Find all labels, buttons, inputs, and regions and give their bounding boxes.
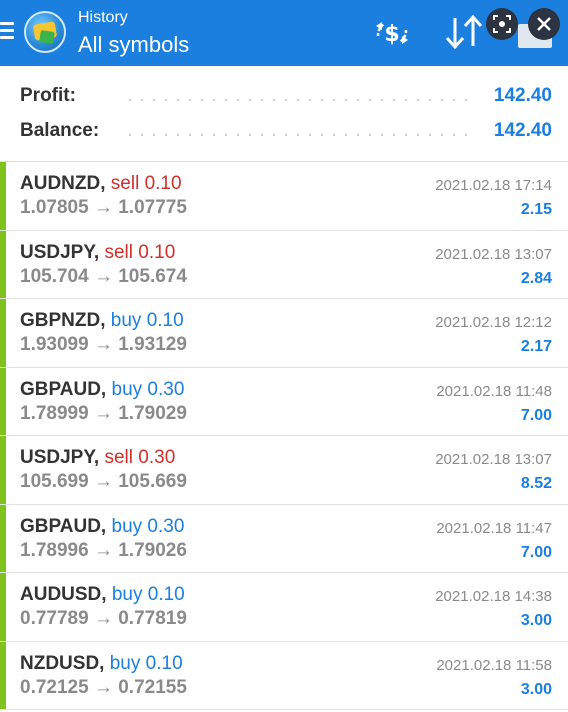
trade-prices: 0.77789 → 0.77819: [20, 608, 187, 629]
trade-prices: 1.07805 → 1.07775: [20, 197, 187, 218]
trade-volume: 0.10: [138, 241, 176, 263]
currency-switch-icon[interactable]: $: [372, 16, 412, 50]
trade-title: GBPAUD, buy 0.30: [20, 516, 184, 538]
profit-indicator-bar: [0, 641, 6, 709]
trade-title: USDJPY, sell 0.30: [20, 447, 175, 469]
trade-symbol: GBPAUD,: [20, 378, 107, 400]
trade-row[interactable]: USDJPY, sell 0.10 105.704 → 105.674 2021…: [0, 230, 568, 299]
profit-indicator-bar: [0, 299, 6, 367]
trade-time: 2021.02.18 11:48: [436, 382, 552, 400]
trade-prices: 0.72125 → 0.72155: [20, 676, 187, 698]
trade-symbol: GBPAUD,: [20, 515, 107, 537]
trade-volume: 0.30: [147, 378, 185, 400]
profit-value: 142.40: [493, 85, 552, 106]
trade-profit: 3.00: [520, 680, 552, 698]
trade-side: buy: [111, 584, 143, 605]
trade-side: buy: [111, 515, 143, 537]
trade-prices: 1.93099 → 1.93129: [20, 334, 187, 355]
profit-indicator-bar: [0, 573, 6, 641]
balance-value: 142.40: [493, 120, 552, 141]
trade-time: 2021.02.18 13:07: [435, 245, 552, 263]
trade-profit: 7.00: [520, 406, 552, 424]
trade-prices: 1.78999 → 1.79029: [20, 402, 187, 424]
trade-time: 2021.02.18 17:14: [435, 177, 552, 194]
svg-text:$: $: [384, 22, 399, 47]
balance-label: Balance:: [20, 120, 100, 141]
dotted-leader: [124, 134, 472, 136]
sort-icon[interactable]: [444, 14, 484, 50]
app-bar: History All symbols $: [0, 0, 568, 66]
trade-prices: 105.699 → 105.669: [20, 471, 187, 492]
trade-title: USDJPY, sell 0.10: [20, 242, 175, 264]
trade-list: AUDNZD, sell 0.10 1.07805 → 1.07775 2021…: [0, 162, 568, 710]
profit-indicator-bar: [0, 230, 6, 298]
app-logo: [24, 11, 66, 53]
profit-indicator-bar: [0, 367, 6, 435]
trade-symbol: NZDUSD,: [20, 652, 105, 674]
trade-title: AUDUSD, buy 0.10: [20, 584, 185, 606]
trade-side: sell: [110, 173, 140, 194]
trade-title: GBPAUD, buy 0.30: [20, 379, 184, 401]
trade-title: NZDUSD, buy 0.10: [20, 653, 183, 675]
trade-time: 2021.02.18 11:47: [436, 519, 552, 537]
menu-icon[interactable]: [0, 18, 16, 48]
trade-volume: 0.10: [146, 310, 184, 331]
trade-volume: 0.30: [138, 447, 176, 468]
trade-side: sell: [104, 447, 133, 468]
trade-title: AUDNZD, sell 0.10: [20, 173, 182, 195]
trade-time: 2021.02.18 14:38: [435, 588, 552, 605]
trade-volume: 0.10: [145, 652, 183, 674]
account-summary: Profit: 142.40 Balance: 142.40: [0, 66, 568, 162]
trade-symbol: USDJPY,: [20, 447, 100, 468]
trade-row[interactable]: GBPAUD, buy 0.30 1.78996 → 1.79026 2021.…: [0, 504, 568, 573]
trade-time: 2021.02.18 13:07: [435, 451, 552, 468]
trade-volume: 0.10: [147, 584, 185, 605]
trade-profit: 8.52: [520, 475, 552, 492]
profit-indicator-bar: [0, 436, 6, 504]
profit-indicator-bar: [0, 162, 6, 230]
trade-time: 2021.02.18 11:58: [436, 656, 552, 674]
trade-side: buy: [110, 310, 142, 331]
trade-row[interactable]: NZDUSD, buy 0.10 0.72125 → 0.72155 2021.…: [0, 641, 568, 710]
trade-row[interactable]: AUDNZD, sell 0.10 1.07805 → 1.07775 2021…: [0, 162, 568, 231]
close-icon[interactable]: [528, 8, 560, 40]
trade-row[interactable]: USDJPY, sell 0.30 105.699 → 105.669 2021…: [0, 436, 568, 505]
trade-prices: 105.704 → 105.674: [20, 265, 187, 287]
trade-symbol: AUDUSD,: [20, 584, 107, 605]
trade-profit: 2.17: [520, 338, 552, 355]
trade-side: buy: [109, 652, 141, 674]
profit-indicator-bar: [0, 504, 6, 572]
trade-volume: 0.10: [144, 173, 182, 194]
trade-side: sell: [104, 241, 133, 263]
trade-prices: 1.78996 → 1.79026: [20, 539, 187, 561]
trade-profit: 3.00: [520, 612, 552, 629]
trade-row[interactable]: AUDUSD, buy 0.10 0.77789 → 0.77819 2021.…: [0, 573, 568, 642]
trade-side: buy: [111, 378, 143, 400]
trade-time: 2021.02.18 12:12: [435, 314, 552, 331]
profit-label: Profit:: [20, 85, 76, 106]
trade-row[interactable]: GBPAUD, buy 0.30 1.78999 → 1.79029 2021.…: [0, 367, 568, 436]
lens-icon[interactable]: [486, 8, 518, 40]
trade-symbol: AUDNZD,: [20, 173, 106, 194]
profit-row: Profit: 142.40: [20, 83, 552, 111]
trade-profit: 7.00: [520, 543, 552, 561]
trade-profit: 2.84: [520, 269, 552, 287]
dotted-leader: [124, 99, 472, 101]
balance-row: Balance: 142.40: [20, 118, 552, 146]
trade-row[interactable]: GBPNZD, buy 0.10 1.93099 → 1.93129 2021.…: [0, 299, 568, 368]
header-subtitle: History: [78, 9, 128, 26]
trade-title: GBPNZD, buy 0.10: [20, 310, 184, 332]
trade-symbol: USDJPY,: [20, 241, 100, 263]
trade-symbol: GBPNZD,: [20, 310, 106, 331]
trade-profit: 2.15: [520, 201, 552, 218]
trade-volume: 0.30: [147, 515, 185, 537]
header-title[interactable]: All symbols: [78, 32, 189, 58]
